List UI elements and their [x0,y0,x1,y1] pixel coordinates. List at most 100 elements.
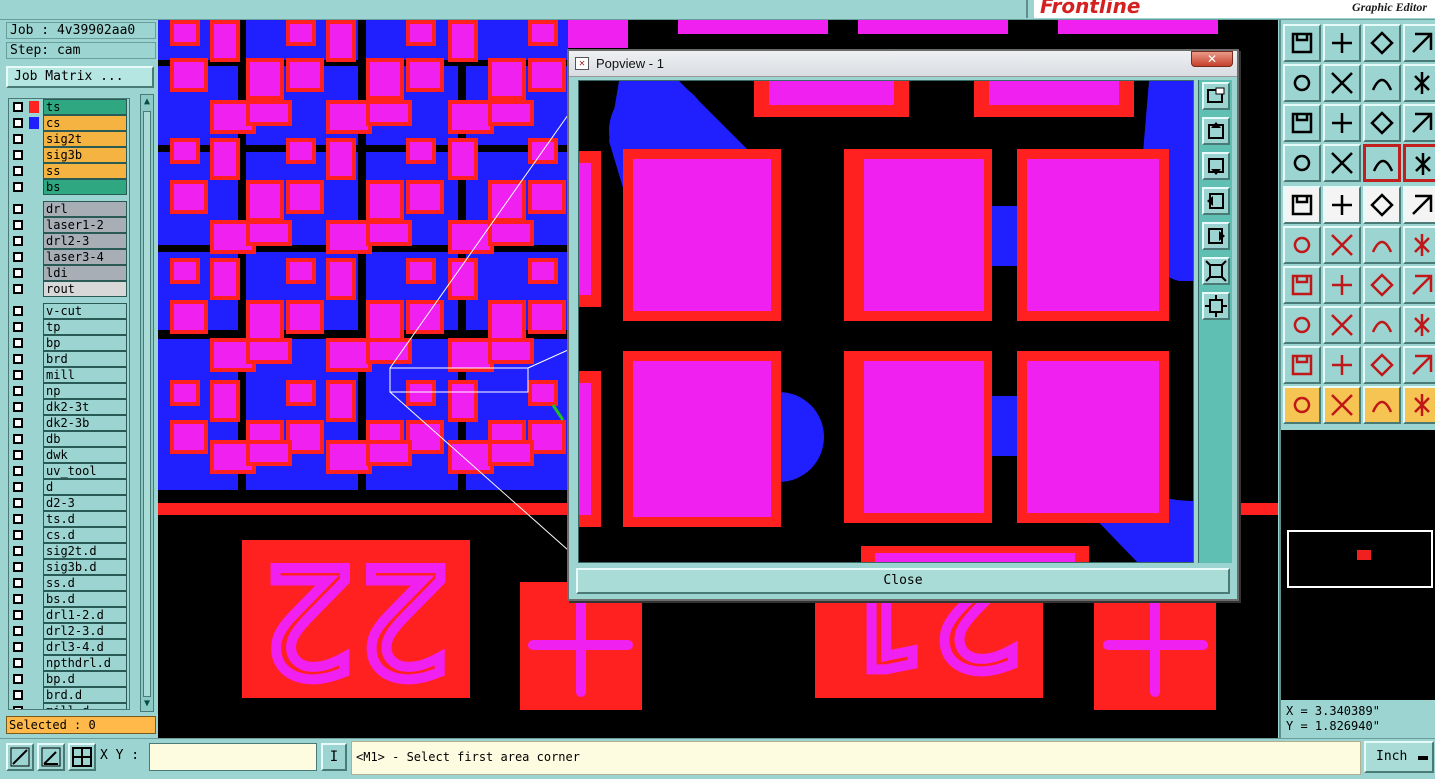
layer-checkbox[interactable] [13,482,23,492]
layer-row-ss[interactable]: ss [9,163,127,179]
layer-name[interactable]: sig3b [43,147,127,163]
layer-row-bs.d[interactable]: bs.d [9,591,127,607]
flow-icon[interactable] [1403,386,1435,424]
layer-checkbox[interactable] [13,610,23,620]
layer-row-brd.d[interactable]: brd.d [9,687,127,703]
pan-left-icon[interactable] [1202,187,1230,215]
line-add-icon[interactable] [1323,186,1361,224]
layer-name[interactable]: cs.d [43,527,127,543]
layer-name[interactable]: ts.d [43,511,127,527]
layer-name[interactable]: drl [43,201,127,217]
layer-row-npthdrl.d[interactable]: npthdrl.d [9,655,127,671]
pan-up-icon[interactable] [1202,117,1230,145]
layer-checkbox[interactable] [13,134,23,144]
layer-checkbox[interactable] [13,578,23,588]
layer-checkbox[interactable] [13,434,23,444]
layer-checkbox[interactable] [13,370,23,380]
minus-icon[interactable] [1323,306,1361,344]
layer-row-bs[interactable]: bs [9,179,127,195]
popview-canvas[interactable] [578,80,1194,563]
move-icon[interactable] [1283,306,1321,344]
layer-name[interactable]: v-cut [43,303,127,319]
layer-name[interactable]: laser1-2 [43,217,127,233]
fit-profile-icon[interactable] [1202,292,1230,320]
measure-icon[interactable] [37,743,65,771]
layer-row-dk2-3t[interactable]: dk2-3t [9,399,127,415]
arch-alt-icon[interactable] [1403,346,1435,384]
layer-checkbox[interactable] [13,306,23,316]
netlist-alt-icon[interactable] [1403,144,1435,182]
layer-checkbox[interactable] [13,418,23,428]
layer-list-scrollbar[interactable]: ▲ ▼ [140,94,154,712]
layer-checkbox[interactable] [13,546,23,556]
layer-checkbox[interactable] [13,530,23,540]
scroll-up-icon[interactable]: ▲ [142,96,152,108]
help-icon[interactable] [1403,104,1435,142]
resize-icon[interactable] [1363,306,1401,344]
layer-checkbox[interactable] [13,514,23,524]
popview-titlebar[interactable]: ✕ Popview - 1 ✕ [569,51,1237,77]
layer-row-cs[interactable]: cs [9,115,127,131]
layer-name[interactable]: ts [43,99,127,115]
layer-name[interactable]: bp [43,335,127,351]
layer-checkbox[interactable] [13,284,23,294]
save-icon[interactable] [1283,24,1321,62]
layer-color-swatch[interactable] [29,101,39,113]
layer-checkbox[interactable] [13,690,23,700]
layer-color-swatch[interactable] [29,117,39,129]
layer-name[interactable]: bs [43,179,127,195]
layer-name[interactable]: rout [43,281,127,297]
import-icon[interactable] [1283,64,1321,102]
layer-row-v-cut[interactable]: v-cut [9,303,127,319]
layer-checkbox[interactable] [13,252,23,262]
netlist-icon[interactable] [1363,144,1401,182]
layer-checkbox[interactable] [13,450,23,460]
wrench-icon[interactable] [1283,144,1321,182]
layer-name[interactable]: ss [43,163,127,179]
rotate-icon[interactable] [1363,266,1401,304]
layer-name[interactable]: db [43,431,127,447]
layer-name[interactable]: mill.d [43,703,127,709]
pan-right-icon[interactable] [1202,222,1230,250]
cross-icon[interactable] [1323,226,1361,264]
fit-screen-icon[interactable] [1202,257,1230,285]
layer-name[interactable]: uv_tool [43,463,127,479]
layer-row-drl1-2.d[interactable]: drl1-2.d [9,607,127,623]
layer-checkbox[interactable] [13,268,23,278]
layer-row-tp[interactable]: tp [9,319,127,335]
layer-checkbox[interactable] [13,102,23,112]
layer-name[interactable]: np [43,383,127,399]
layer-row-drl[interactable]: drl [9,201,127,217]
layer-checkbox[interactable] [13,236,23,246]
layer-row-uv_tool[interactable]: uv_tool [9,463,127,479]
layer-checkbox[interactable] [13,322,23,332]
layer-checkbox[interactable] [13,386,23,396]
zoom-center-icon[interactable] [1323,104,1361,142]
layer-checkbox[interactable] [13,220,23,230]
angle-icon[interactable] [1283,266,1321,304]
layer-row-cs.d[interactable]: cs.d [9,527,127,543]
export-icon[interactable] [1323,64,1361,102]
layer-checkbox[interactable] [13,674,23,684]
layer-checkbox[interactable] [13,706,23,709]
layer-name[interactable]: ldi [43,265,127,281]
ruler-icon[interactable] [1363,186,1401,224]
layer-name[interactable]: dwk [43,447,127,463]
layer-checkbox[interactable] [13,338,23,348]
layer-checkbox[interactable] [13,498,23,508]
layer-name[interactable]: tp [43,319,127,335]
layer-row-sig2t[interactable]: sig2t [9,131,127,147]
layer-row-dwk[interactable]: dwk [9,447,127,463]
layer-name[interactable]: sig3b.d [43,559,127,575]
layer-row-bp[interactable]: bp [9,335,127,351]
layer-row-db[interactable]: db [9,431,127,447]
home-icon[interactable] [1363,24,1401,62]
arc-add-alt-icon[interactable] [1403,226,1435,264]
layer-name[interactable]: drl1-2.d [43,607,127,623]
layer-checkbox[interactable] [13,562,23,572]
pad-add-icon[interactable] [1283,186,1321,224]
layer-row-ts.d[interactable]: ts.d [9,511,127,527]
zoom-in-icon[interactable] [1202,82,1230,110]
arc-add-icon[interactable] [1363,226,1401,264]
layer-checkbox[interactable] [13,182,23,192]
